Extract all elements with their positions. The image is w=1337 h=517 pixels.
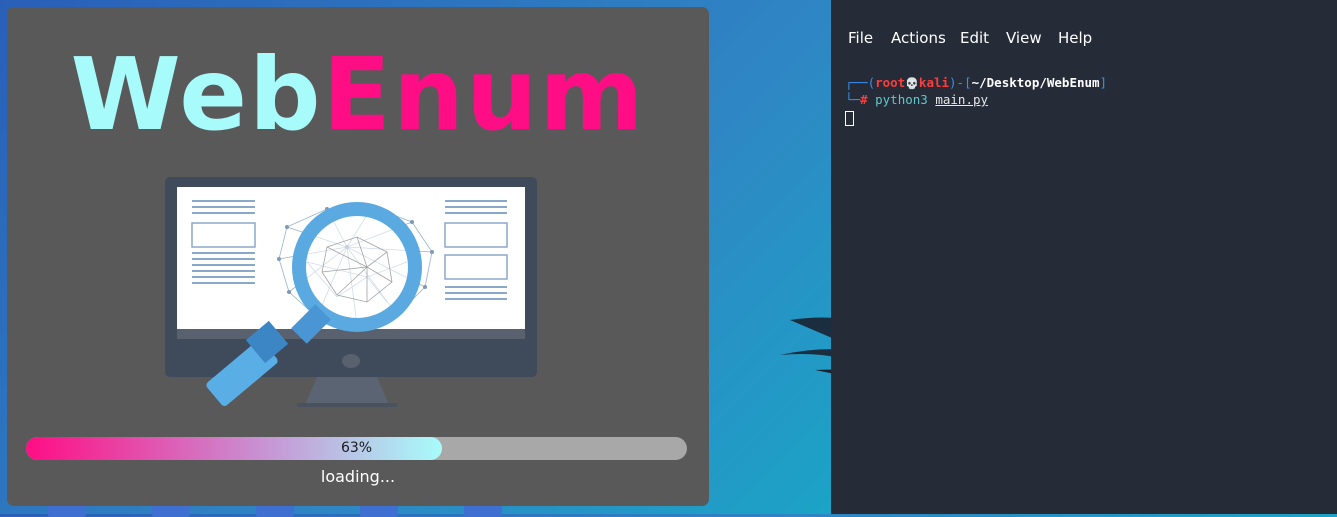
terminal-output[interactable]: ┌──(root💀kali)-[~/Desktop/WebEnum] └─# p… bbox=[845, 74, 1325, 126]
menu-view[interactable]: View bbox=[1006, 29, 1042, 47]
loading-progress-bar: 63% bbox=[26, 437, 687, 460]
progress-percent-label: 63% bbox=[340, 440, 373, 456]
prompt-bracket-mid: )-[ bbox=[949, 75, 972, 90]
splash-window: WebEnum 63% loading... bbox=[7, 7, 709, 506]
command-argument: main.py bbox=[935, 92, 989, 107]
desktop-folder-icon[interactable] bbox=[464, 505, 502, 517]
cursor-line bbox=[845, 108, 1325, 126]
prompt-bracket-end: ] bbox=[1099, 75, 1108, 90]
logo-enum-text: Enum bbox=[322, 36, 646, 153]
skull-icon: 💀 bbox=[905, 77, 919, 90]
prompt-line-1: ┌──(root💀kali)-[~/Desktop/WebEnum] bbox=[845, 74, 1325, 91]
menu-edit[interactable]: Edit bbox=[960, 29, 989, 47]
terminal-menubar: File Actions Edit View Help bbox=[831, 0, 1337, 76]
menu-file[interactable]: File bbox=[848, 29, 873, 47]
loading-status-text: loading... bbox=[320, 467, 396, 486]
desktop-folder-icon[interactable] bbox=[256, 505, 294, 517]
text-cursor bbox=[845, 111, 854, 126]
app-logo: WebEnum bbox=[7, 35, 709, 155]
prompt-host: kali bbox=[918, 75, 950, 90]
desktop-folder-icon[interactable] bbox=[152, 505, 190, 517]
prompt-hash: # bbox=[860, 92, 868, 107]
desktop-folder-icon[interactable] bbox=[360, 505, 398, 517]
command-text: python3 bbox=[875, 92, 928, 107]
prompt-line-2: └─# python3 main.py bbox=[845, 91, 1325, 108]
desktop-folder-icon[interactable] bbox=[48, 505, 86, 517]
logo-web-text: Web bbox=[70, 36, 323, 153]
menu-help[interactable]: Help bbox=[1058, 29, 1092, 47]
prompt-corner-bottom: └─ bbox=[845, 92, 861, 107]
prompt-path: ~/Desktop/WebEnum bbox=[971, 75, 1100, 90]
terminal-window[interactable]: File Actions Edit View Help ┌──(root💀kal… bbox=[831, 0, 1337, 514]
menu-actions[interactable]: Actions bbox=[891, 29, 946, 47]
monitor-magnifier-illustration bbox=[165, 177, 537, 407]
prompt-corner-top: ┌──( bbox=[845, 75, 876, 90]
prompt-user: root bbox=[875, 75, 906, 90]
